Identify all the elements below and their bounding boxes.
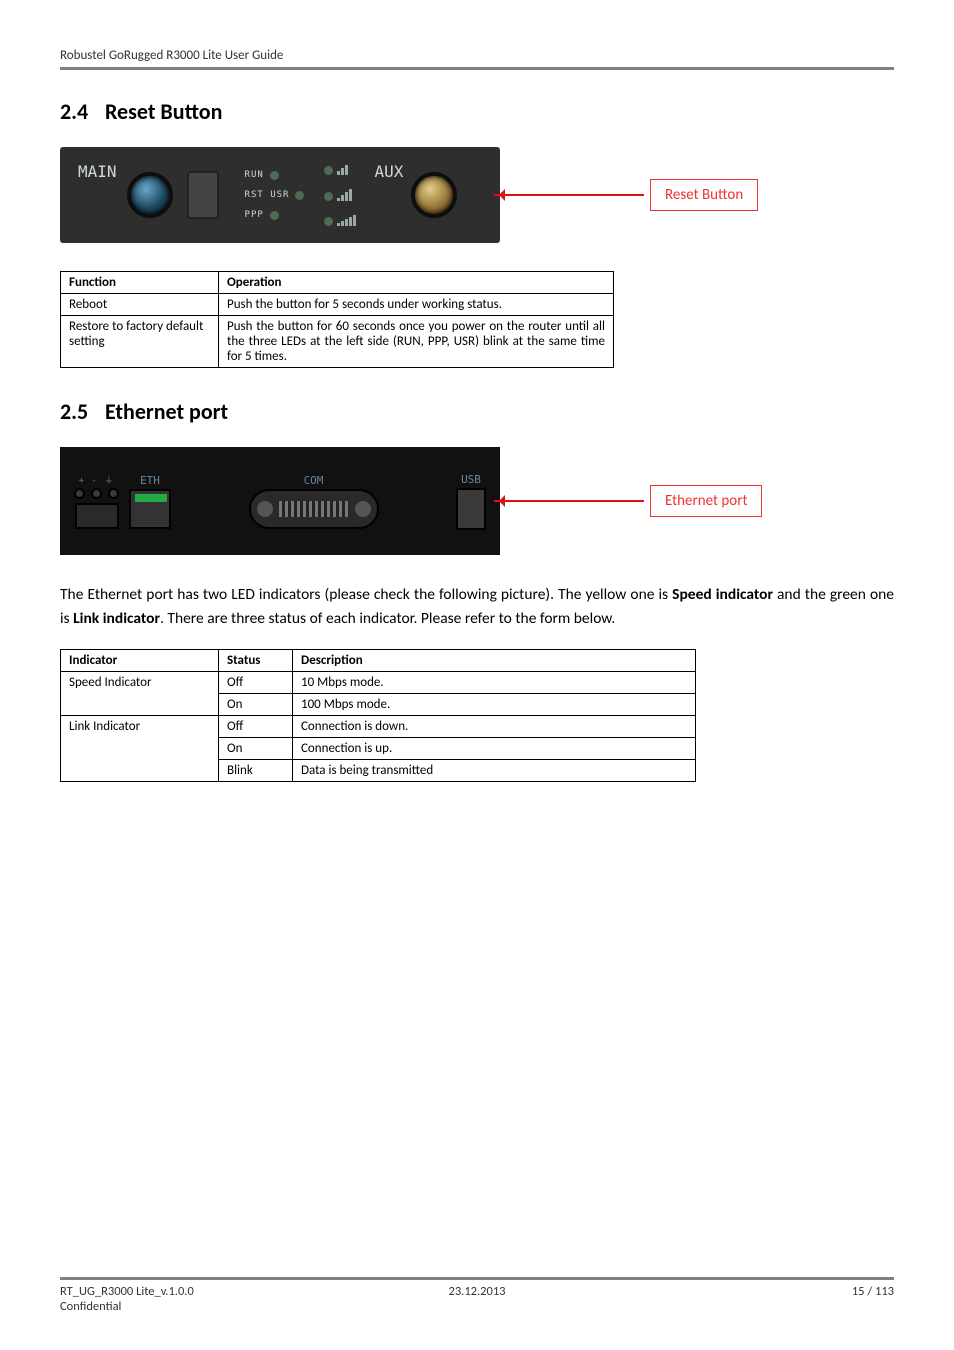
- aux-antenna-label: AUX: [374, 162, 403, 229]
- callout-arrow: [494, 500, 644, 502]
- cell-description: Connection is down.: [293, 716, 696, 738]
- sim-slot: [187, 171, 219, 219]
- reset-button-figure: MAIN RUN RST USR PPP AUX Reset Button: [60, 147, 894, 243]
- signal-lamp-2: [324, 192, 333, 201]
- col-indicator: Indicator: [61, 650, 219, 672]
- cell-description: 100 Mbps mode.: [293, 694, 696, 716]
- reset-button-callout: Reset Button: [650, 179, 758, 211]
- main-sma-connector: [127, 172, 173, 218]
- aux-sma-connector: [411, 172, 457, 218]
- text-segment: . There are three status of each indicat…: [160, 609, 615, 628]
- signal-lamp-1: [324, 166, 333, 175]
- router-front-panel: MAIN RUN RST USR PPP AUX: [60, 147, 500, 243]
- col-description: Description: [293, 650, 696, 672]
- terminal-body: [75, 503, 119, 529]
- com-label: COM: [304, 474, 324, 487]
- usb-label: USB: [461, 473, 481, 486]
- cell-status: Off: [219, 716, 293, 738]
- cell-function: Restore to factory default setting: [61, 316, 219, 368]
- run-led: [270, 171, 279, 180]
- cell-operation: Push the button for 5 seconds under work…: [219, 294, 614, 316]
- speed-indicator-term: Speed indicator: [672, 585, 773, 604]
- header-rule: [60, 67, 894, 70]
- terminal-screws: [74, 488, 119, 499]
- router-rear-panel: + - ⏚ ETH COM USB: [60, 447, 500, 555]
- usr-led: [295, 191, 304, 200]
- cell-status: On: [219, 738, 293, 760]
- cell-indicator: Speed Indicator: [61, 672, 219, 716]
- callout-arrow: [494, 194, 644, 196]
- cell-operation: Push the button for 60 seconds once you …: [219, 316, 614, 368]
- signal-lamp-3: [324, 217, 333, 226]
- table-row: Reboot Push the button for 5 seconds und…: [61, 294, 614, 316]
- table-row: Link Indicator Off Connection is down.: [61, 716, 696, 738]
- cell-status: On: [219, 694, 293, 716]
- footer-rule: [60, 1277, 894, 1280]
- led-label-ppp: PPP: [245, 206, 264, 224]
- cell-function: Reboot: [61, 294, 219, 316]
- usb-port: [456, 488, 486, 530]
- ethernet-jack: [129, 489, 171, 529]
- ethernet-port-figure: + - ⏚ ETH COM USB Ethernet port: [60, 447, 894, 555]
- eth-label: ETH: [140, 474, 160, 487]
- led-cluster: RUN RST USR PPP: [245, 165, 305, 225]
- link-indicator-term: Link indicator: [73, 609, 160, 628]
- footer-date: 23.12.2013: [338, 1284, 616, 1299]
- usb-block: USB: [456, 473, 486, 530]
- led-label-run: RUN: [245, 166, 264, 184]
- ethernet-port-callout: Ethernet port: [650, 485, 762, 517]
- table-row: Function Operation: [61, 272, 614, 294]
- section-2-4-heading: 2.4 Reset Button: [60, 98, 894, 125]
- col-operation: Operation: [219, 272, 614, 294]
- page-footer: RT_UG_R3000 Lite_v.1.0.0 23.12.2013 15 /…: [60, 1277, 894, 1314]
- cell-status: Blink: [219, 760, 293, 782]
- table-row: Restore to factory default setting Push …: [61, 316, 614, 368]
- cell-description: 10 Mbps mode.: [293, 672, 696, 694]
- cell-status: Off: [219, 672, 293, 694]
- table-row: Indicator Status Description: [61, 650, 696, 672]
- power-terminal-block: + - ⏚: [74, 473, 119, 529]
- section-number: 2.5: [60, 398, 100, 425]
- led-label-rst-usr: RST USR: [245, 186, 290, 204]
- section-title: Ethernet port: [105, 398, 228, 425]
- footer-confidential: Confidential: [60, 1299, 894, 1314]
- section-number: 2.4: [60, 98, 100, 125]
- indicator-status-table: Indicator Status Description Speed Indic…: [60, 649, 696, 782]
- page-header: Robustel GoRugged R3000 Lite User Guide: [60, 48, 894, 67]
- text-segment: The Ethernet port has two LED indicators…: [60, 585, 672, 604]
- reset-function-table: Function Operation Reboot Push the butto…: [60, 271, 614, 368]
- main-antenna-label: MAIN: [78, 162, 117, 229]
- col-status: Status: [219, 650, 293, 672]
- footer-page-number: 15 / 113: [616, 1284, 894, 1299]
- signal-leds: [324, 165, 356, 226]
- ethernet-description-paragraph: The Ethernet port has two LED indicators…: [60, 583, 894, 631]
- power-polarity-label: + - ⏚: [79, 473, 115, 486]
- section-title: Reset Button: [105, 98, 222, 125]
- com-block: COM: [181, 474, 446, 529]
- com-port: [249, 489, 379, 529]
- footer-doc-id: RT_UG_R3000 Lite_v.1.0.0: [60, 1284, 338, 1299]
- cell-indicator: Link Indicator: [61, 716, 219, 782]
- eth-block: ETH: [129, 474, 171, 529]
- section-2-5-heading: 2.5 Ethernet port: [60, 398, 894, 425]
- col-function: Function: [61, 272, 219, 294]
- cell-description: Data is being transmitted: [293, 760, 696, 782]
- table-row: Speed Indicator Off 10 Mbps mode.: [61, 672, 696, 694]
- ppp-led: [270, 211, 279, 220]
- cell-description: Connection is up.: [293, 738, 696, 760]
